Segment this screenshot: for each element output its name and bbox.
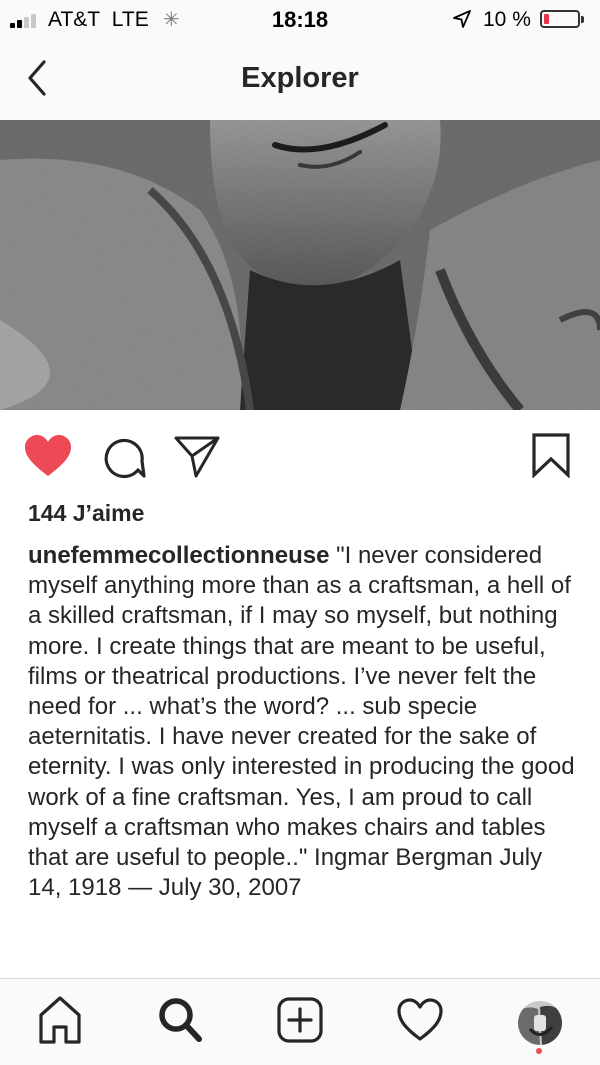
bookmark-icon[interactable] <box>530 432 572 478</box>
battery-icon <box>540 10 584 28</box>
profile-avatar[interactable] <box>518 1001 562 1045</box>
battery-percent: 10 % <box>483 8 531 31</box>
heart-icon[interactable] <box>24 434 72 478</box>
paper-plane-icon[interactable] <box>174 434 220 478</box>
post-image[interactable] <box>0 120 600 410</box>
home-icon[interactable] <box>36 995 84 1045</box>
page-title: Explorer <box>241 62 359 94</box>
notification-dot <box>536 1048 542 1054</box>
likes-count[interactable]: 144 J’aime <box>28 500 144 527</box>
location-arrow-icon <box>453 10 471 28</box>
activity-heart-icon[interactable] <box>396 995 444 1045</box>
add-post-icon[interactable] <box>276 995 324 1045</box>
search-icon[interactable] <box>156 995 204 1045</box>
post-caption: unefemmecollectionneuse "I never conside… <box>28 541 576 903</box>
caption-username[interactable]: unefemmecollectionneuse <box>28 542 329 569</box>
portrait-photo <box>0 120 600 410</box>
tab-bar <box>0 979 600 1065</box>
status-bar: AT&T LTE ✳ 18:18 10 % <box>0 0 600 40</box>
post-actions <box>0 410 600 500</box>
comment-icon[interactable] <box>102 436 146 480</box>
caption-text: "I never considered myself anything more… <box>28 542 575 902</box>
navigation-bar: Explorer <box>0 40 600 120</box>
profile-photo <box>518 1001 562 1045</box>
